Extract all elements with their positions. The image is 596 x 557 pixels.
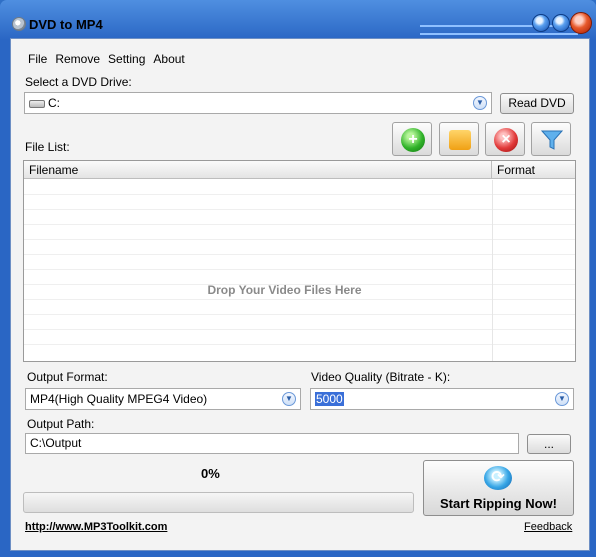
filter-button[interactable] <box>531 122 571 156</box>
app-window: DVD to MP4 File Remove Setting About Sel… <box>0 0 596 557</box>
output-format-select[interactable]: MP4(High Quality MPEG4 Video) ▼ <box>25 388 301 410</box>
column-separator <box>492 180 493 361</box>
video-quality-value: 5000 <box>315 392 344 406</box>
drive-icon <box>29 99 45 108</box>
main-panel: File Remove Setting About Select a DVD D… <box>10 38 590 551</box>
add-folder-button[interactable] <box>439 122 479 156</box>
maximize-button[interactable] <box>552 14 570 32</box>
rip-refresh-icon: ⟳ <box>484 466 512 490</box>
menu-file[interactable]: File <box>24 51 51 69</box>
filter-icon <box>540 130 564 150</box>
menu-setting[interactable]: Setting <box>104 51 149 69</box>
output-path-field[interactable]: C:\Output <box>25 433 519 454</box>
add-icon: + <box>401 128 425 152</box>
video-quality-select[interactable]: 5000 ▼ <box>310 388 574 410</box>
menu-bar: File Remove Setting About <box>24 51 189 69</box>
dvd-drive-select[interactable]: C: ▼ <box>24 92 492 114</box>
file-list[interactable]: Filename Format Drop Your Video Files He… <box>23 160 576 362</box>
start-ripping-label: Start Ripping Now! <box>440 496 557 511</box>
start-ripping-button[interactable]: ⟳ Start Ripping Now! <box>423 460 574 516</box>
read-dvd-button[interactable]: Read DVD <box>500 93 574 114</box>
file-list-label: File List: <box>25 140 70 154</box>
remove-file-button[interactable]: × <box>485 122 525 156</box>
folder-icon <box>449 130 471 150</box>
output-format-label: Output Format: <box>27 370 108 384</box>
dvd-drive-label: Select a DVD Drive: <box>25 75 132 89</box>
chevron-down-icon[interactable]: ▼ <box>473 96 487 110</box>
dvd-disc-icon <box>12 17 26 31</box>
window-title: DVD to MP4 <box>29 17 103 32</box>
close-button[interactable] <box>570 12 592 34</box>
website-link[interactable]: http://www.MP3Toolkit.com <box>25 521 167 533</box>
progress-bar <box>23 492 414 513</box>
chevron-down-icon[interactable]: ▼ <box>282 392 296 406</box>
dvd-drive-value: C: <box>48 96 60 110</box>
menu-about[interactable]: About <box>149 51 188 69</box>
add-files-button[interactable]: + <box>392 122 432 156</box>
minimize-button[interactable] <box>532 14 550 32</box>
remove-icon: × <box>494 128 518 152</box>
progress-percent: 0% <box>201 466 220 481</box>
column-format[interactable]: Format <box>492 161 575 179</box>
column-filename[interactable]: Filename <box>24 161 492 179</box>
video-quality-label: Video Quality (Bitrate - K): <box>311 370 451 384</box>
browse-button[interactable]: ... <box>527 434 571 454</box>
output-path-label: Output Path: <box>27 417 95 431</box>
feedback-link[interactable]: Feedback <box>524 521 572 533</box>
output-format-value: MP4(High Quality MPEG4 Video) <box>30 392 208 406</box>
file-list-header: Filename Format <box>24 161 575 179</box>
chevron-down-icon[interactable]: ▼ <box>555 392 569 406</box>
title-bar[interactable]: DVD to MP4 <box>0 0 596 40</box>
drop-hint: Drop Your Video Files Here <box>207 283 362 297</box>
menu-remove[interactable]: Remove <box>51 51 104 69</box>
